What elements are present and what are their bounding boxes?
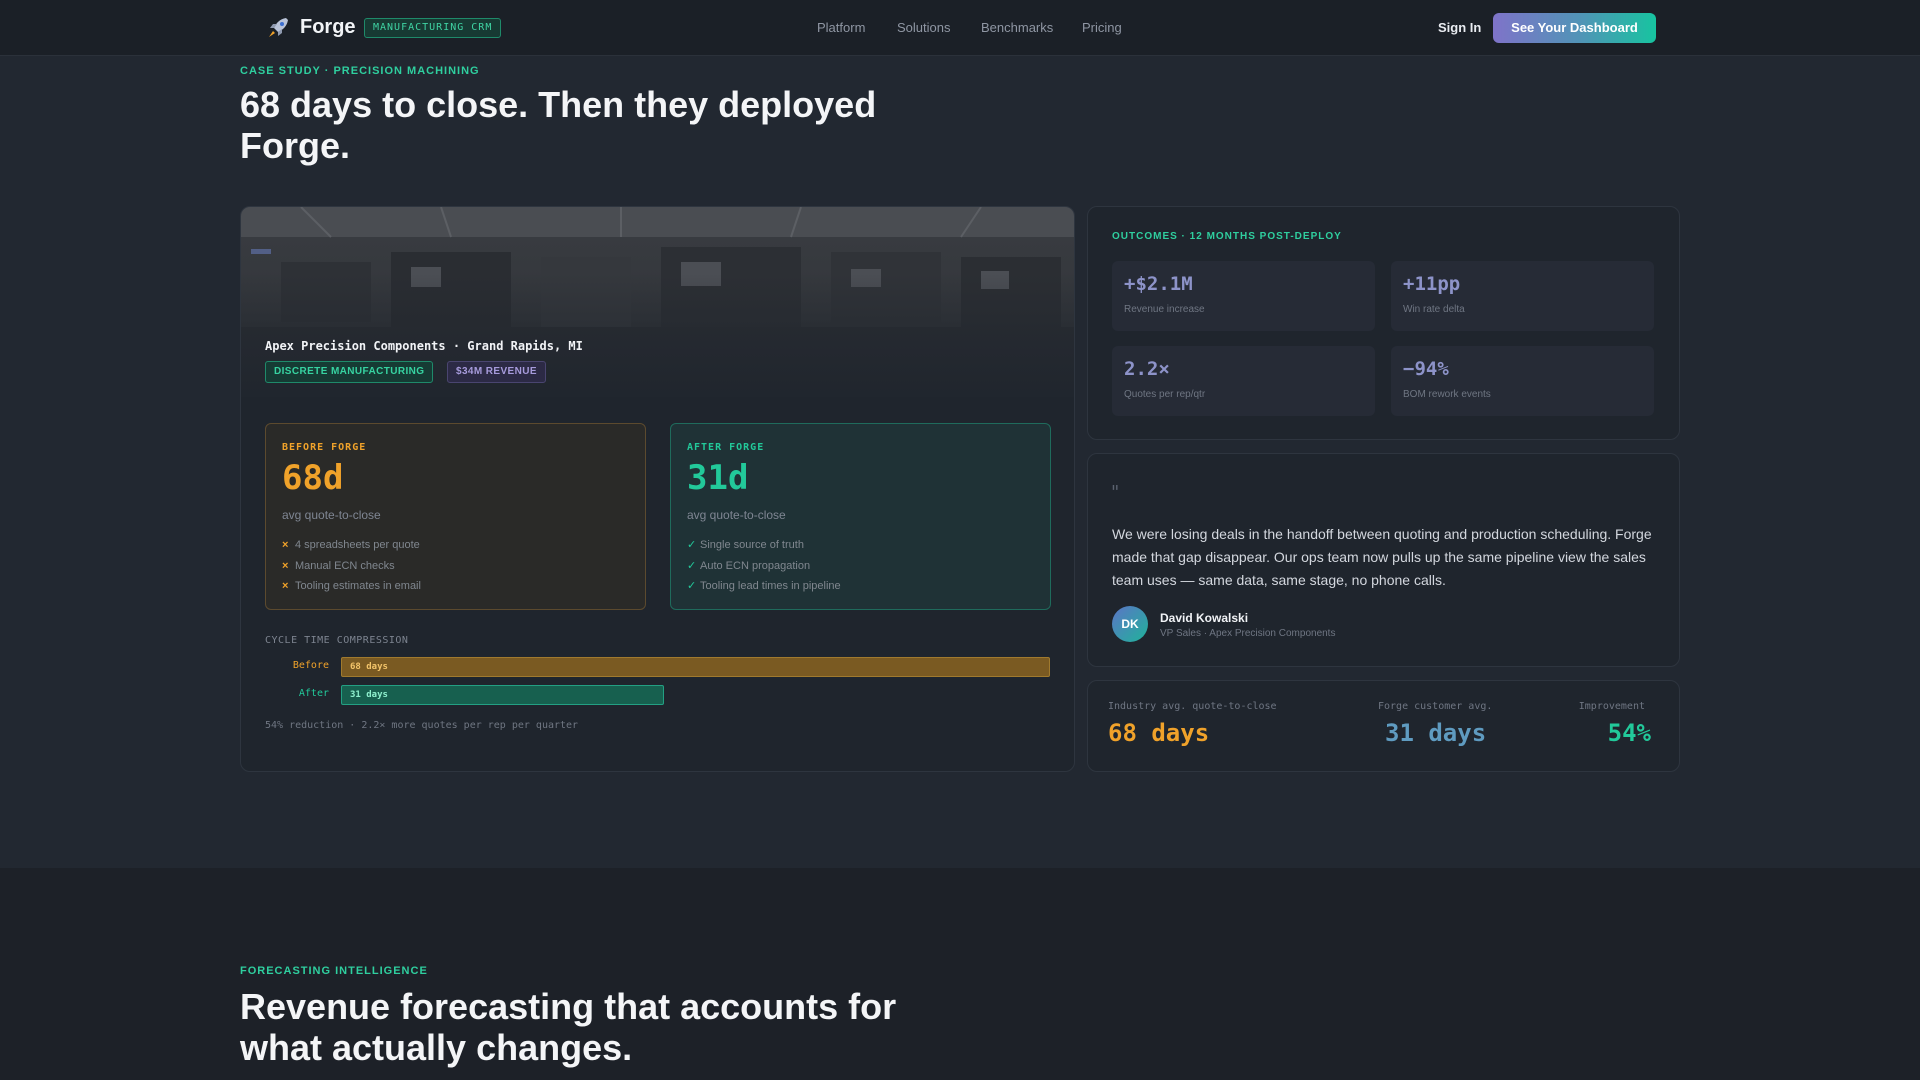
before-bar-label: Before [292,660,329,671]
rocket-logo-icon[interactable] [266,14,292,40]
nav-link-solutions[interactable]: Solutions [897,20,950,35]
cycle-note: 54% reduction · 2.2× more quotes per rep… [265,720,579,731]
list-item: × Manual ECN checks [282,556,421,577]
nav-link-pricing[interactable]: Pricing [1082,20,1122,35]
quote-mark-icon: " [1111,482,1120,503]
testimonial-text: We were losing deals in the handoff betw… [1112,526,1652,588]
sign-in-link[interactable]: Sign In [1438,20,1481,35]
list-item: × 4 spreadsheets per quote [282,535,421,556]
after-subtitle: avg quote-to-close [687,508,786,522]
before-forge-card: BEFORE FORGE 68d avg quote-to-close × 4 s… [265,423,646,610]
forecasting-section: FORECASTING INTELLIGENCE Revenue forecas… [0,868,1920,1080]
stat-label: Revenue increase [1124,304,1205,315]
before-subtitle: avg quote-to-close [282,508,381,522]
check-icon: ✓ [687,580,697,592]
industry-tag: DISCRETE MANUFACTURING [265,361,434,383]
testimonial-card: " We were losing deals in the handoff be… [1087,453,1680,667]
stat-win-rate: +11pp Win rate delta [1391,261,1654,331]
after-label: AFTER FORGE [687,442,765,453]
case-study-card: Apex Precision Components · Grand Rapids… [240,206,1075,772]
after-forge-card: AFTER FORGE 31d avg quote-to-close ✓ Sing… [670,423,1051,610]
before-bar-track: 68 days [341,657,1050,677]
forecasting-eyebrow: FORECASTING INTELLIGENCE [240,965,428,977]
after-benefits: ✓ Single source of truth ✓ Auto ECN propag… [687,535,841,597]
outcomes-title: OUTCOMES · 12 MONTHS POST-DEPLOY [1112,231,1342,242]
top-navigation: Forge MANUFACTURING CRM Platform Solutio… [0,0,1920,56]
stat-value: +11pp [1403,273,1461,295]
check-icon: ✓ [687,559,697,572]
industry-avg-label: Industry avg. quote-to-close [1108,701,1277,712]
after-value: 31d [687,458,749,498]
after-bar: 31 days [341,685,664,705]
improvement-value: 54% [1607,719,1651,747]
revenue-tag: $34M REVENUE [447,361,546,383]
benchmark-card: Industry avg. quote-to-close 68 days For… [1087,680,1680,772]
x-icon: × [282,580,289,592]
author-role: VP Sales · Apex Precision Components [1160,628,1336,639]
avatar: DK [1112,606,1148,642]
stat-quotes: 2.2× Quotes per rep/qtr [1112,346,1375,416]
x-icon: × [282,559,289,572]
before-value: 68d [282,458,344,498]
stat-value: +$2.1M [1124,273,1193,295]
author-name: David Kowalski [1160,611,1249,625]
case-study-eyebrow: CASE STUDY · PRECISION MACHINING [240,65,480,77]
stat-label: BOM rework events [1403,389,1491,400]
list-item: ✓ Tooling lead times in pipeline [687,576,841,597]
list-item: ✓ Auto ECN propagation [687,556,841,577]
list-item: ✓ Single source of truth [687,535,841,556]
before-label: BEFORE FORGE [282,442,367,453]
page-title: 68 days to close. Then they deployed For… [240,84,877,166]
list-item: × Tooling estimates in email [282,576,421,597]
x-icon: × [282,539,289,551]
after-bar-label: After [298,688,329,699]
forge-avg-label: Forge customer avg. [1378,701,1493,712]
see-dashboard-button[interactable]: See Your Dashboard [1493,13,1656,43]
stat-label: Quotes per rep/qtr [1124,389,1206,400]
forecasting-title: Revenue forecasting that accounts for wh… [240,986,897,1068]
company-name: Apex Precision Components · Grand Rapids… [265,339,583,353]
factory-floor-image: Apex Precision Components · Grand Rapids… [241,207,1074,397]
before-pain-points: × 4 spreadsheets per quote × Manual ECN ch… [282,535,421,597]
brand-badge: MANUFACTURING CRM [364,18,502,38]
industry-avg-value: 68 days [1108,719,1210,747]
cycle-time-label: CYCLE TIME COMPRESSION [265,635,409,646]
stat-bom-rework: −94% BOM rework events [1391,346,1654,416]
stat-value: 2.2× [1124,358,1170,380]
forge-avg-value: 31 days [1385,719,1487,747]
stat-revenue: +$2.1M Revenue increase [1112,261,1375,331]
before-bar: 68 days [341,657,1050,677]
stat-label: Win rate delta [1403,304,1465,315]
nav-link-benchmarks[interactable]: Benchmarks [981,20,1053,35]
improvement-label: Improvement [1578,701,1645,712]
after-bar-track: 31 days [341,685,1050,705]
brand-name[interactable]: Forge [300,16,356,39]
outcomes-card: OUTCOMES · 12 MONTHS POST-DEPLOY +$2.1M … [1087,206,1680,440]
stat-value: −94% [1403,358,1449,380]
check-icon: ✓ [687,539,697,551]
nav-link-platform[interactable]: Platform [817,20,865,35]
